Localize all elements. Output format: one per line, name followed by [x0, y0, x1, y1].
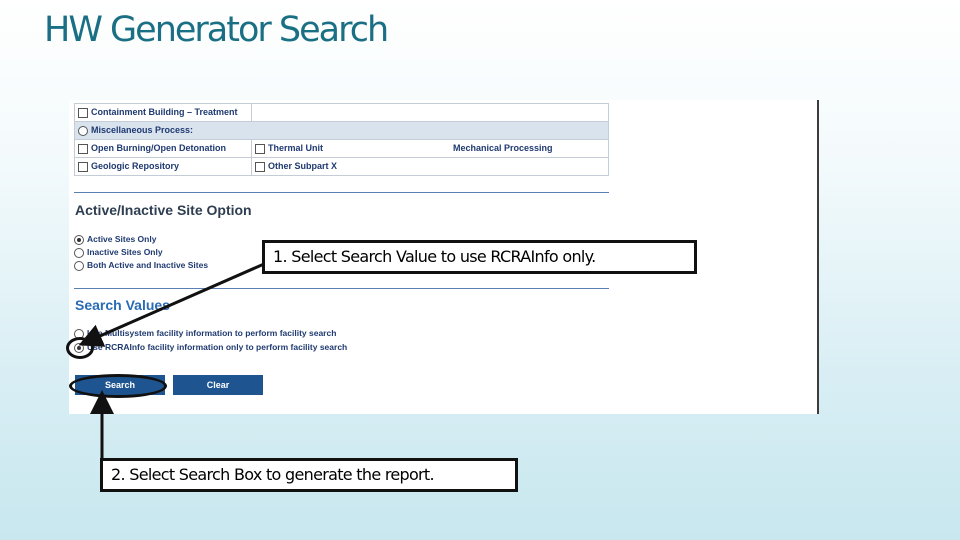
- clear-button[interactable]: Clear: [173, 375, 263, 395]
- active-inactive-heading: Active/Inactive Site Option: [75, 202, 252, 218]
- table-cell[interactable]: Geologic Repository: [74, 157, 252, 176]
- checkbox[interactable]: [78, 161, 88, 172]
- option-inactive-sites[interactable]: Inactive Sites Only: [74, 247, 163, 258]
- table-row: Geologic Repository Other Subpart X: [74, 157, 609, 176]
- radio-button[interactable]: [74, 247, 84, 258]
- search-button-highlight-ring: [69, 374, 167, 398]
- process-table: Containment Building – Treatment Miscell…: [74, 103, 609, 176]
- table-cell[interactable]: Thermal Unit Mechanical Processing: [251, 139, 609, 158]
- table-row: Miscellaneous Process:: [74, 121, 609, 140]
- table-cell[interactable]: Miscellaneous Process:: [74, 121, 609, 140]
- callout-step2: 2. Select Search Box to generate the rep…: [100, 458, 518, 492]
- radio-button[interactable]: [74, 260, 84, 271]
- checkbox[interactable]: [255, 161, 265, 172]
- checkbox[interactable]: [78, 143, 88, 154]
- checkbox[interactable]: [255, 143, 265, 154]
- radio-highlight-ring: [66, 337, 94, 359]
- search-values-heading: Search Values: [75, 297, 170, 313]
- table-row: Containment Building – Treatment: [74, 103, 609, 122]
- checkbox[interactable]: [78, 107, 88, 118]
- option-multisystem[interactable]: Use Multisystem facility information to …: [74, 328, 336, 339]
- slide-title: HW Generator Search: [44, 10, 389, 50]
- section-divider: [74, 192, 609, 193]
- option-active-sites[interactable]: Active Sites Only: [74, 234, 156, 245]
- radio-button[interactable]: [78, 125, 88, 136]
- option-both-sites[interactable]: Both Active and Inactive Sites: [74, 260, 208, 271]
- table-cell: [251, 103, 609, 122]
- radio-button[interactable]: [74, 234, 84, 245]
- table-row: Open Burning/Open Detonation Thermal Uni…: [74, 139, 609, 158]
- section-divider: [74, 288, 609, 289]
- option-rcrainfo-only[interactable]: Use RCRAInfo facility information only t…: [74, 342, 347, 353]
- table-cell[interactable]: Containment Building – Treatment: [74, 103, 252, 122]
- callout-step1: 1. Select Search Value to use RCRAInfo o…: [262, 240, 697, 274]
- table-cell[interactable]: Other Subpart X: [251, 157, 609, 176]
- table-cell[interactable]: Open Burning/Open Detonation: [74, 139, 252, 158]
